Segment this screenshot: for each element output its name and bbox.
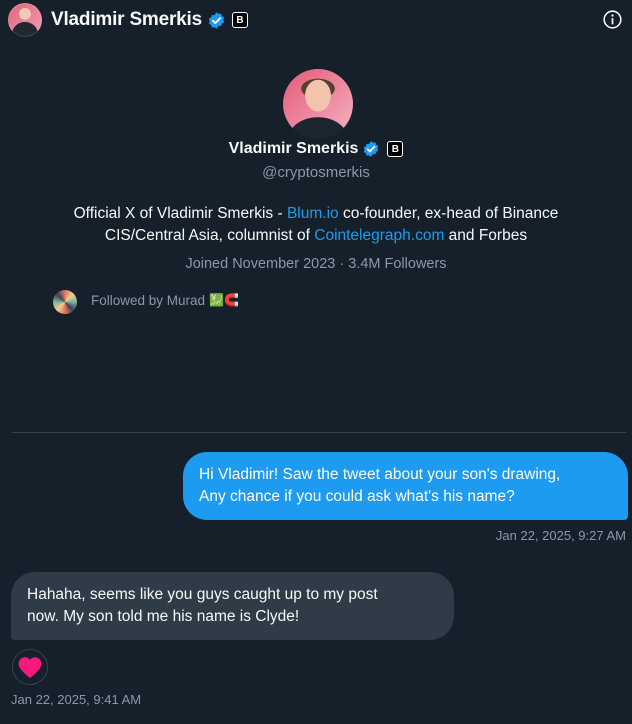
message-text: Hahaha, seems like you guys caught up to… (27, 586, 378, 603)
heart-icon (18, 657, 42, 679)
joined-followers: Joined November 2023 · 3.4M Followers (185, 256, 447, 272)
divider (12, 432, 626, 433)
bio-text: Official X of Vladimir Smerkis - (73, 205, 287, 222)
followed-by[interactable]: Followed by Murad 💹🧲 (53, 286, 239, 314)
message-timestamp: Jan 22, 2025, 9:41 AM (11, 692, 142, 707)
affiliate-badge-icon: B (232, 12, 248, 28)
blum-link[interactable]: Blum.io (287, 205, 339, 222)
message-timestamp: Jan 22, 2025, 9:27 AM (495, 528, 626, 543)
incoming-message[interactable]: Hahaha, seems like you guys caught up to… (11, 572, 454, 640)
outgoing-message[interactable]: Hi Vladimir! Saw the tweet about your so… (183, 452, 628, 520)
follower-avatar[interactable] (53, 290, 77, 314)
message-text: Hi Vladimir! Saw the tweet about your so… (199, 466, 561, 483)
header-name[interactable]: Vladimir Smerkis (51, 9, 202, 31)
profile-avatar[interactable] (283, 69, 353, 139)
info-icon[interactable] (602, 9, 623, 30)
profile-name-row: Vladimir Smerkis B (0, 140, 632, 158)
profile-bio: Official X of Vladimir Smerkis - Blum.io… (30, 203, 602, 247)
affiliate-badge-icon: B (387, 141, 404, 157)
verified-badge-icon (208, 12, 225, 29)
message-text: Any chance if you could ask what's his n… (199, 488, 515, 505)
followed-by-text: Followed by Murad (91, 292, 206, 308)
verified-badge-icon (364, 141, 379, 157)
bio-text: and Forbes (444, 227, 528, 244)
profile-name[interactable]: Vladimir Smerkis (229, 140, 359, 158)
followed-by-emoji: 💹🧲 (209, 293, 239, 307)
header-avatar[interactable] (8, 3, 42, 37)
cointelegraph-link[interactable]: Cointelegraph.com (314, 227, 444, 244)
conversation-header: Vladimir Smerkis B (0, 0, 632, 42)
profile-handle[interactable]: @cryptosmerkis (0, 164, 632, 181)
bio-text: co-founder, ex-head of Binance (338, 205, 559, 222)
reaction-button[interactable] (12, 649, 48, 685)
bio-text: CIS/Central Asia, columnist of (104, 227, 315, 244)
message-text: now. My son told me his name is Clyde! (27, 608, 300, 625)
